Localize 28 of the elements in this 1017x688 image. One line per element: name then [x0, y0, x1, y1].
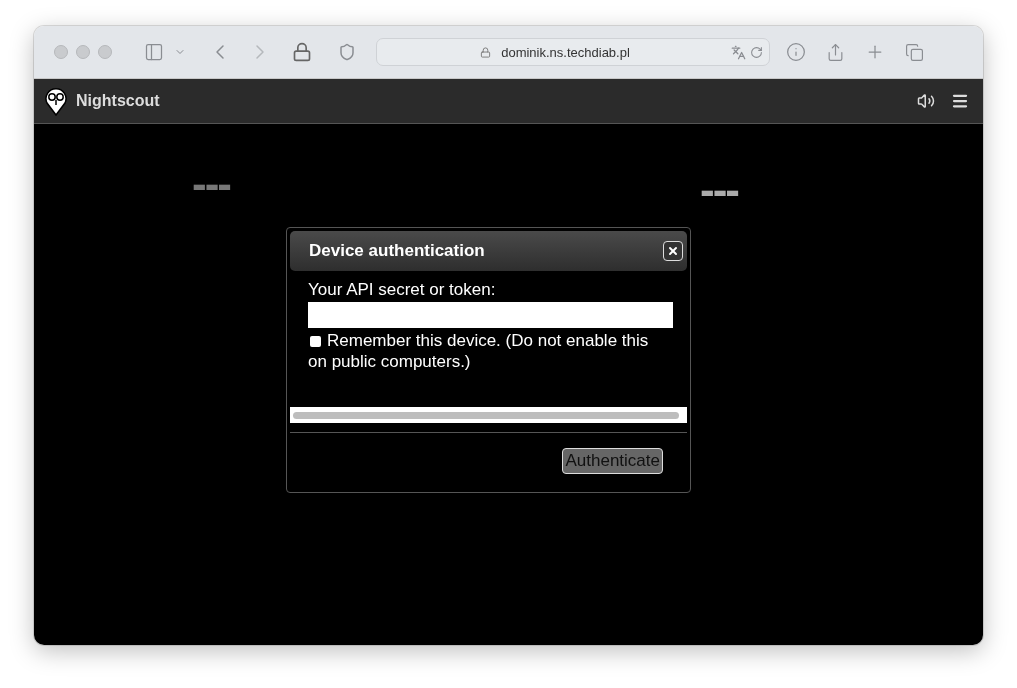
- address-bar[interactable]: dominik.ns.techdiab.pl: [376, 38, 770, 66]
- translate-icon[interactable]: [731, 44, 746, 60]
- glucose-reading: ---: [192, 172, 230, 196]
- owl-logo-icon: [44, 86, 68, 116]
- share-icon[interactable]: [826, 42, 845, 62]
- speaker-icon[interactable]: [917, 92, 935, 110]
- menu-icon[interactable]: [951, 92, 969, 110]
- delta-reading: ---: [700, 178, 738, 202]
- remember-label: Remember this device. (Do not enable this on public computers.): [308, 330, 650, 372]
- field-label: Your API secret or token:: [308, 280, 497, 300]
- info-icon[interactable]: [786, 42, 806, 62]
- lock-icon: [480, 46, 492, 58]
- window-control[interactable]: [76, 45, 90, 59]
- shield-icon[interactable]: [338, 43, 356, 61]
- window-control[interactable]: [54, 45, 68, 59]
- url-text: dominik.ns.techdiab.pl: [501, 44, 630, 60]
- tabs-icon[interactable]: [905, 42, 924, 62]
- app-title: Nightscout: [76, 92, 160, 110]
- close-button[interactable]: [663, 241, 683, 261]
- dialog-title: Device authentication: [309, 241, 485, 261]
- scrollbar[interactable]: [290, 407, 687, 423]
- reload-icon[interactable]: [750, 45, 763, 59]
- lock-icon[interactable]: [292, 42, 312, 62]
- input-field[interactable]: [308, 302, 673, 328]
- window-control[interactable]: [98, 45, 112, 59]
- close-icon: [667, 245, 679, 257]
- checkbox[interactable]: [310, 336, 321, 347]
- sidebar-icon[interactable]: [144, 42, 164, 62]
